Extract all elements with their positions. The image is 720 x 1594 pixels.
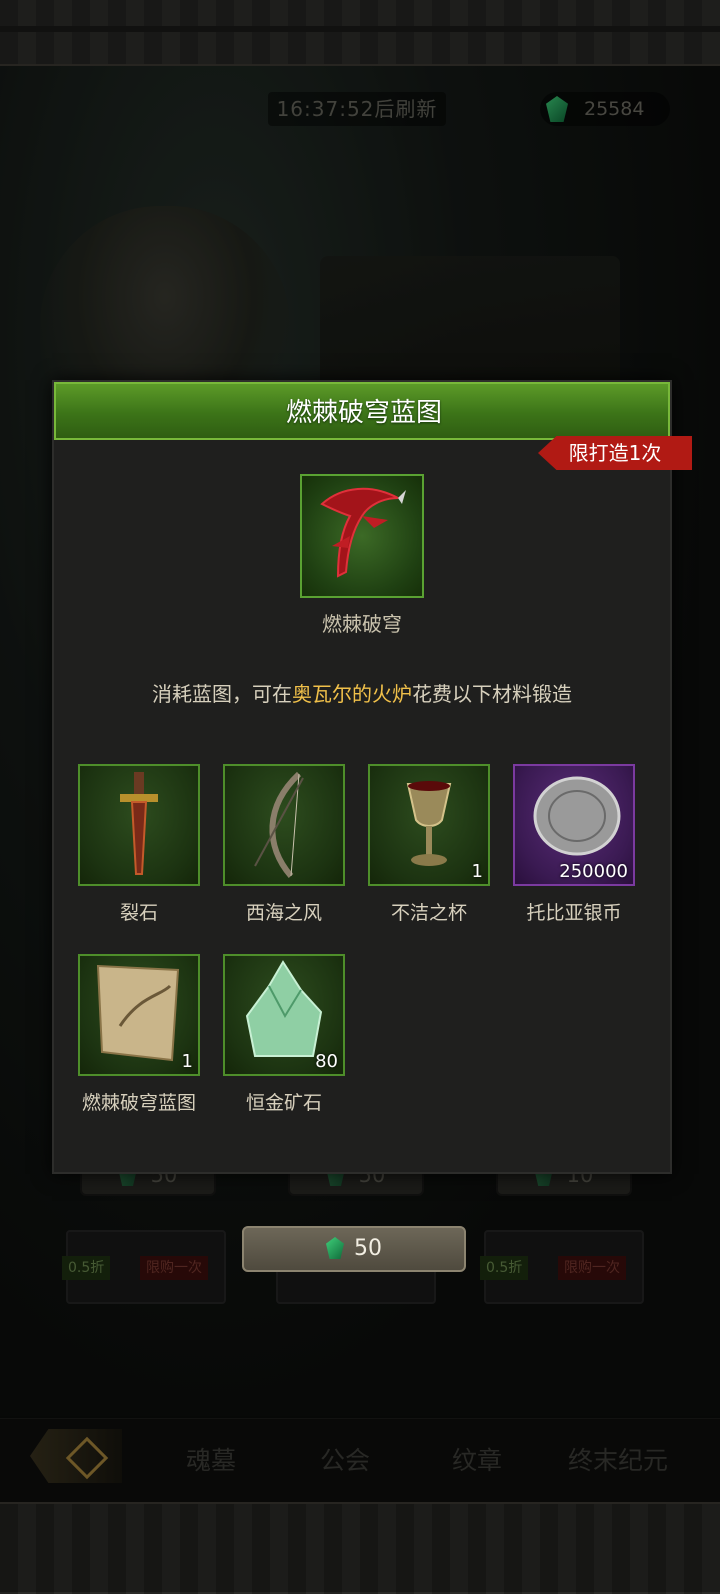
- craft-limit-badge: 限打造1次: [538, 436, 692, 470]
- forge-location-link[interactable]: 奥瓦尔的火炉: [292, 682, 412, 706]
- material-name: 西海之风: [245, 902, 322, 924]
- emerald-gem-icon: [326, 1237, 344, 1259]
- goblet-icon: [406, 781, 452, 866]
- material-name: 恒金矿石: [245, 1092, 322, 1114]
- thorn-scythe-icon: [320, 487, 406, 578]
- material-name: 不洁之杯: [390, 902, 467, 924]
- blueprint-scroll-icon: [96, 964, 180, 1062]
- material-slot[interactable]: 250000: [513, 764, 635, 886]
- material-count: 80: [315, 1051, 338, 1072]
- description-text: 消耗蓝图，可在: [152, 682, 292, 706]
- modal-title: 燃棘破穹蓝图: [285, 398, 442, 428]
- great-sword-icon: [120, 772, 158, 875]
- material-count: 250000: [559, 861, 628, 882]
- bow-icon: [254, 771, 304, 878]
- material-name: 托比亚银币: [526, 902, 622, 924]
- material-count: 1: [471, 861, 483, 882]
- material-slot[interactable]: [223, 764, 345, 886]
- description-text: 花费以下材料锻造: [412, 682, 572, 706]
- material-name: 裂石: [119, 902, 158, 924]
- blueprint-detail-modal: 燃棘破穹蓝图 限打造1次 燃棘破穹 消耗蓝图，可在奥瓦尔的火炉花费以下材料锻造: [52, 380, 692, 1174]
- material-slot[interactable]: 1: [78, 954, 200, 1076]
- crafted-item-name: 燃棘破穹: [322, 612, 402, 636]
- forge-description: 消耗蓝图，可在奥瓦尔的火炉花费以下材料锻造: [54, 678, 670, 707]
- purchase-button[interactable]: 50: [242, 1226, 466, 1272]
- material-slot[interactable]: 80: [223, 954, 345, 1076]
- material-count: 1: [181, 1051, 193, 1072]
- crafted-item-slot[interactable]: [300, 474, 424, 598]
- material-slot[interactable]: 1: [368, 764, 490, 886]
- purchase-price: 50: [354, 1236, 382, 1261]
- material-name: 燃棘破穹蓝图: [81, 1092, 196, 1114]
- material-slot[interactable]: [78, 764, 200, 886]
- modal-header: 燃棘破穹蓝图: [54, 382, 670, 440]
